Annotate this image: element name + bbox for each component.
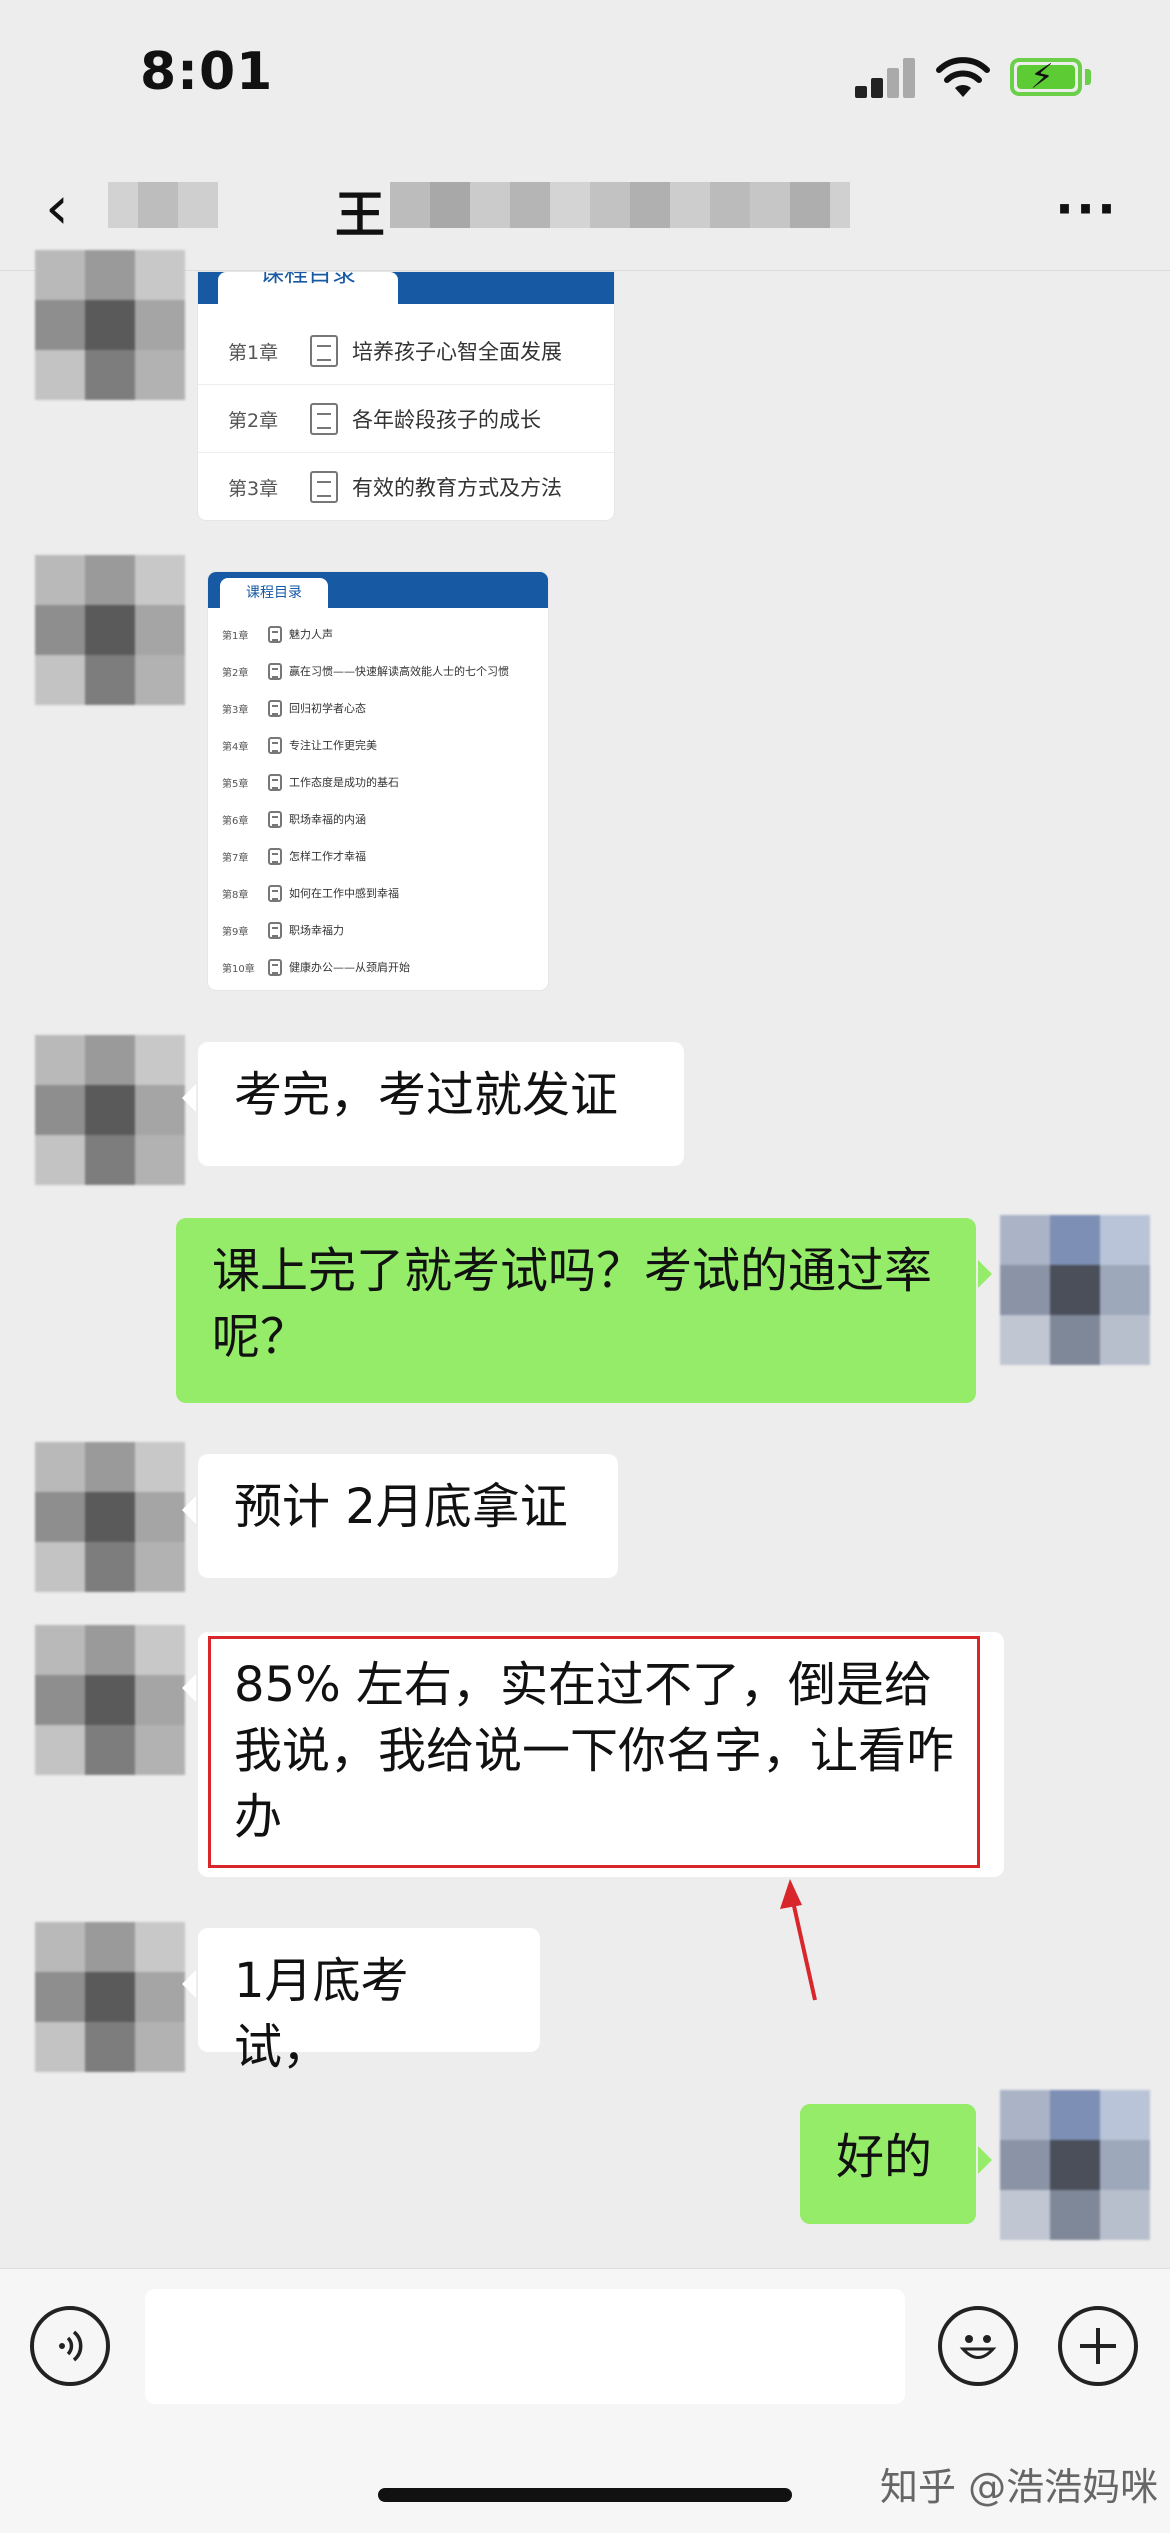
- document-icon: [268, 847, 282, 865]
- battery-tip: [1085, 69, 1091, 85]
- contact-avatar[interactable]: [35, 1035, 185, 1185]
- more-options-button[interactable]: ···: [1055, 180, 1118, 238]
- emoji-icon[interactable]: [938, 2306, 1018, 2386]
- chapter-row: 第10章 健康办公——从颈肩开始: [208, 949, 548, 985]
- charging-bolt-icon: ⚡: [1030, 57, 1054, 97]
- contact-avatar[interactable]: [35, 1625, 185, 1775]
- wifi-icon: [936, 57, 990, 97]
- document-icon: [268, 773, 282, 791]
- document-icon: [268, 662, 282, 680]
- received-message[interactable]: 1月底考试，: [182, 1928, 540, 2075]
- unread-count-blurred: [108, 182, 218, 228]
- voice-icon[interactable]: [30, 2306, 110, 2386]
- chat-title-blurred: [390, 182, 850, 228]
- plus-icon[interactable]: [1058, 2306, 1138, 2386]
- document-icon: [310, 335, 338, 367]
- document-icon: [268, 884, 282, 902]
- chapter-row: 第5章 工作态度是成功的基石: [208, 764, 548, 800]
- contact-avatar[interactable]: [35, 1442, 185, 1592]
- received-message[interactable]: 预计 2月底拿证: [182, 1454, 618, 1578]
- catalog-tab: 课程目录: [218, 272, 398, 304]
- contact-avatar[interactable]: [35, 250, 185, 400]
- chapter-row: 第7章 怎样工作才幸福: [208, 838, 548, 874]
- contact-avatar[interactable]: [35, 1922, 185, 2072]
- document-icon: [268, 625, 282, 643]
- my-avatar[interactable]: [1000, 2090, 1150, 2240]
- document-icon: [268, 810, 282, 828]
- document-icon: [268, 736, 282, 754]
- document-icon: [268, 921, 282, 939]
- status-time: 8:01: [140, 42, 274, 102]
- message-input[interactable]: [145, 2289, 905, 2404]
- my-avatar[interactable]: [1000, 1215, 1150, 1365]
- received-message[interactable]: 考完，考过就发证: [182, 1042, 684, 1166]
- contact-avatar[interactable]: [35, 555, 185, 705]
- catalog-tab: 课程目录: [220, 578, 328, 608]
- chapter-row: 第2章 赢在习惯——快速解读高效能人士的七个习惯: [208, 653, 548, 689]
- chapter-row: 第4章 专注让工作更完美: [208, 727, 548, 763]
- chapter-row: 第3章 有效的教育方式及方法: [198, 454, 614, 520]
- document-icon: [268, 699, 282, 717]
- signal-icon: [855, 58, 917, 98]
- chapter-row: 第6章 职场幸福的内涵: [208, 801, 548, 837]
- sent-message[interactable]: 好的: [800, 2104, 992, 2224]
- red-arrow-annotation: [780, 1879, 817, 2001]
- chat-title: 王: [335, 186, 385, 244]
- back-button[interactable]: ‹: [45, 178, 69, 238]
- chapter-row: 第1章 培养孩子心智全面发展: [198, 318, 614, 385]
- chapter-row: 第8章 如何在工作中感到幸福: [208, 875, 548, 911]
- status-bar: 8:01 ⚡: [0, 0, 1170, 150]
- document-icon: [268, 958, 282, 976]
- chapter-row: 第1章 魅力人声: [208, 616, 548, 652]
- document-icon: [310, 471, 338, 503]
- sent-message[interactable]: 课上完了就考试吗？考试的通过率呢？: [176, 1218, 992, 1403]
- watermark: 知乎 @浩浩妈咪: [880, 2465, 1159, 2509]
- image-message-course-catalog[interactable]: 课程目录 第1章 培养孩子心智全面发展 第2章 各年龄段孩子的成长 第3章 有效…: [198, 272, 614, 520]
- chapter-row: 第3章 回归初学者心态: [208, 690, 548, 726]
- image-message-course-catalog[interactable]: 课程目录 第1章 魅力人声 第2章 赢在习惯——快速解读高效能人士的七个习惯 第…: [208, 572, 548, 990]
- highlight-box: [208, 1636, 980, 1868]
- document-icon: [310, 403, 338, 435]
- home-indicator[interactable]: [378, 2488, 792, 2502]
- chapter-row: 第2章 各年龄段孩子的成长: [198, 386, 614, 453]
- chapter-row: 第9章 职场幸福力: [208, 912, 548, 948]
